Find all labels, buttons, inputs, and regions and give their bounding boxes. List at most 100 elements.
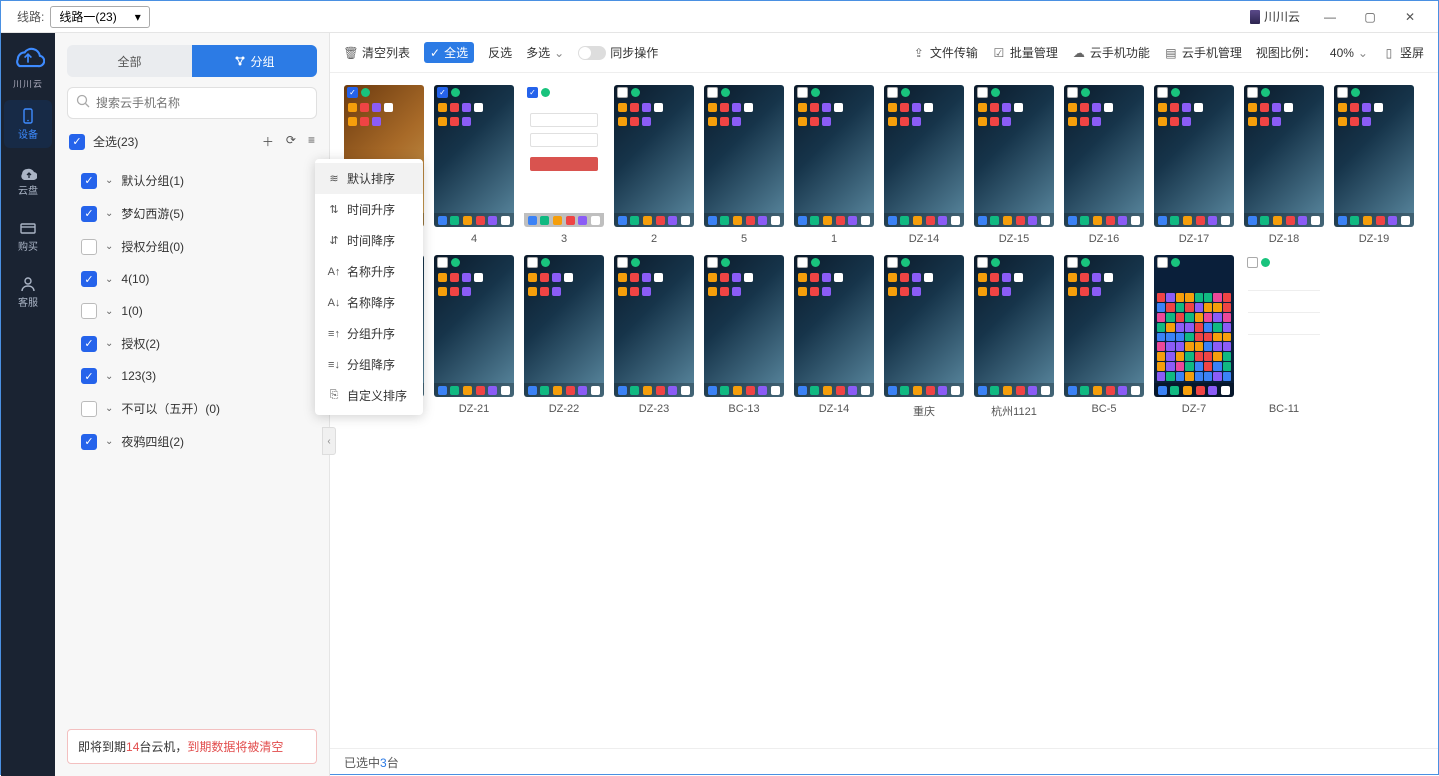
sort-menu-item[interactable]: ≡↓分组降序 <box>315 349 423 380</box>
phone-checkbox[interactable]: ✓ <box>347 87 358 98</box>
nav-item-0[interactable]: 设备 <box>4 100 52 148</box>
expiry-banner[interactable]: 即将到期14台云机，到期数据将被清空 <box>67 729 317 764</box>
phone-screen[interactable] <box>974 85 1054 227</box>
phone-card[interactable]: 5 <box>704 85 784 245</box>
sort-menu-item[interactable]: A↓名称降序 <box>315 287 423 318</box>
phone-checkbox[interactable] <box>1067 87 1078 98</box>
group-item[interactable]: ✓⌄4(10) <box>67 263 317 295</box>
phone-checkbox[interactable] <box>527 257 538 268</box>
phone-screen[interactable]: ✓ <box>434 85 514 227</box>
group-item[interactable]: ✓⌄夜鸦四组(2) <box>67 425 317 458</box>
phone-screen[interactable] <box>704 255 784 397</box>
group-checkbox[interactable]: ✓ <box>81 271 97 287</box>
phone-screen[interactable] <box>794 255 874 397</box>
multi-select-button[interactable]: 多选⌄ <box>526 44 564 61</box>
phone-card[interactable]: DZ-7 <box>1154 255 1234 419</box>
sort-menu-item[interactable]: ⇅时间升序 <box>315 194 423 225</box>
file-transfer-button[interactable]: ⇪文件传输 <box>912 44 978 61</box>
group-item[interactable]: ✓⌄123(3) <box>67 360 317 392</box>
phone-card[interactable]: ✓3 <box>524 85 604 245</box>
phone-card[interactable]: DZ-16 <box>1064 85 1144 245</box>
phone-checkbox[interactable] <box>707 87 718 98</box>
phone-manage-button[interactable]: ▤云手机管理 <box>1164 44 1242 61</box>
group-checkbox[interactable]: ✓ <box>81 434 97 450</box>
phone-screen[interactable] <box>704 85 784 227</box>
phone-card[interactable]: DZ-15 <box>974 85 1054 245</box>
batch-manage-button[interactable]: ☑批量管理 <box>992 44 1058 61</box>
phone-card[interactable]: DZ-17 <box>1154 85 1234 245</box>
phone-screen[interactable] <box>434 255 514 397</box>
phone-screen[interactable] <box>1334 85 1414 227</box>
phone-card[interactable]: DZ-22 <box>524 255 604 419</box>
group-item[interactable]: ⌄不可以（五开）(0) <box>67 392 317 425</box>
phone-screen[interactable] <box>794 85 874 227</box>
phone-screen[interactable] <box>614 85 694 227</box>
nav-item-1[interactable]: 云盘 <box>4 156 52 204</box>
route-select[interactable]: 线路一(23) ▾ <box>50 6 149 28</box>
sort-menu-item[interactable]: ⎘自定义排序 <box>315 380 423 411</box>
sort-menu-item[interactable]: ≋默认排序 <box>315 163 423 194</box>
ratio-select[interactable]: 40%⌄ <box>1330 46 1368 60</box>
phone-checkbox[interactable] <box>1157 87 1168 98</box>
group-item[interactable]: ⌄1(0) <box>67 295 317 327</box>
phone-checkbox[interactable] <box>977 257 988 268</box>
phone-checkbox[interactable] <box>707 257 718 268</box>
search-box[interactable] <box>67 87 317 119</box>
phone-card[interactable]: BC-5 <box>1064 255 1144 419</box>
phone-screen[interactable]: ✓ <box>524 85 604 227</box>
phone-checkbox[interactable] <box>1067 257 1078 268</box>
phone-checkbox[interactable] <box>1157 257 1168 268</box>
tab-all[interactable]: 全部 <box>67 45 192 77</box>
group-checkbox[interactable]: ✓ <box>81 368 97 384</box>
phone-card[interactable]: DZ-23 <box>614 255 694 419</box>
group-checkbox[interactable] <box>81 239 97 255</box>
refresh-icon[interactable]: ⟳ <box>286 133 296 150</box>
sync-toggle[interactable]: 同步操作 <box>578 44 658 61</box>
phone-screen[interactable] <box>1244 255 1324 397</box>
group-item[interactable]: ✓⌄授权(2) <box>67 327 317 360</box>
phone-checkbox[interactable] <box>617 87 628 98</box>
phone-screen[interactable] <box>1244 85 1324 227</box>
select-all-button[interactable]: ✓全选 <box>424 42 474 63</box>
nav-item-3[interactable]: 客服 <box>4 268 52 316</box>
portrait-button[interactable]: ▯竖屏 <box>1382 44 1424 61</box>
close-button[interactable]: ✕ <box>1390 5 1430 29</box>
sort-menu-item[interactable]: A↑名称升序 <box>315 256 423 287</box>
phone-checkbox[interactable] <box>1247 257 1258 268</box>
phone-func-button[interactable]: ☁云手机功能 <box>1072 44 1150 61</box>
sidebar-collapse-button[interactable]: ‹ <box>322 427 336 455</box>
group-checkbox[interactable]: ✓ <box>81 336 97 352</box>
phone-checkbox[interactable] <box>617 257 628 268</box>
phone-screen[interactable] <box>1064 85 1144 227</box>
phone-screen[interactable] <box>974 255 1054 397</box>
group-checkbox[interactable]: ✓ <box>81 173 97 189</box>
phone-card[interactable]: ✓4 <box>434 85 514 245</box>
phone-checkbox[interactable] <box>977 87 988 98</box>
group-checkbox[interactable] <box>81 303 97 319</box>
phone-card[interactable]: 重庆 <box>884 255 964 419</box>
group-item[interactable]: ✓⌄梦幻西游(5) <box>67 197 317 230</box>
phone-screen[interactable] <box>524 255 604 397</box>
phone-card[interactable]: BC-11 <box>1244 255 1324 419</box>
phone-card[interactable]: DZ-14 <box>794 255 874 419</box>
select-all-checkbox[interactable]: ✓ <box>69 134 85 150</box>
phone-checkbox[interactable] <box>797 87 808 98</box>
phone-checkbox[interactable] <box>887 87 898 98</box>
phone-checkbox[interactable] <box>437 257 448 268</box>
search-input[interactable] <box>96 96 308 110</box>
phone-screen[interactable] <box>1154 85 1234 227</box>
phone-screen[interactable] <box>1064 255 1144 397</box>
phone-screen[interactable] <box>614 255 694 397</box>
minimize-button[interactable]: — <box>1310 5 1350 29</box>
phone-card[interactable]: 1 <box>794 85 874 245</box>
sort-icon[interactable]: ≡ <box>308 133 315 150</box>
add-group-icon[interactable]: ＋ <box>262 133 274 150</box>
phone-card[interactable]: BC-13 <box>704 255 784 419</box>
phone-checkbox[interactable] <box>887 257 898 268</box>
phone-card[interactable]: DZ-19 <box>1334 85 1414 245</box>
phone-card[interactable]: 2 <box>614 85 694 245</box>
phone-screen[interactable] <box>884 85 964 227</box>
group-item[interactable]: ⌄授权分组(0) <box>67 230 317 263</box>
tab-group[interactable]: 分组 <box>192 45 317 77</box>
phone-checkbox[interactable] <box>1247 87 1258 98</box>
